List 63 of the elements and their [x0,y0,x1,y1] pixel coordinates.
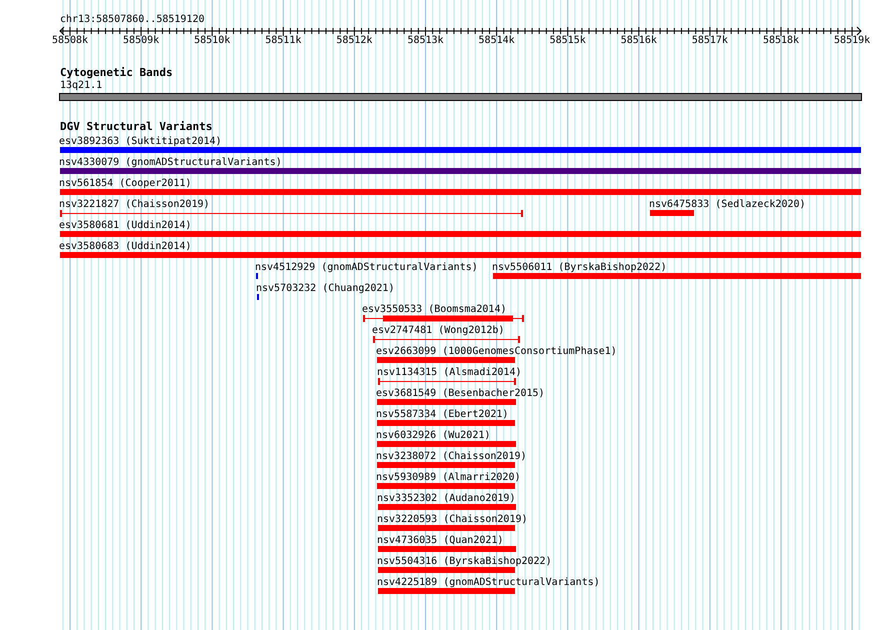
variant-label: nsv6032926 (Wu2021) [376,430,490,441]
chromosome-band[interactable] [59,93,862,101]
variant-bar[interactable] [60,252,861,258]
variant-label: nsv3352302 (Audano2019) [377,493,516,504]
variant-bar[interactable] [60,147,861,153]
variant-bar[interactable] [60,168,861,174]
ruler-label: 58515k [548,35,587,46]
variant-label: nsv561854 (Cooper2011) [59,178,192,189]
variant-bar[interactable] [650,210,694,216]
variant-line[interactable] [363,315,524,322]
variant-bar[interactable] [377,462,515,468]
variant-label: nsv4512929 (gnomADStructuralVariants) [255,262,478,273]
variant-bar[interactable] [377,399,516,405]
variant-label: nsv5504316 (ByrskaBishop2022) [377,556,552,567]
variant-bar[interactable] [493,273,861,279]
variant-label: nsv1134315 (Alsmadi2014) [377,367,522,378]
ruler-label: 58508k [50,35,90,46]
variant-label: nsv3221827 (Chaisson2019) [59,199,210,210]
variant-label: nsv3220593 (Chaisson2019) [377,514,528,525]
variant-label: esv3580683 (Uddin2014) [59,241,192,252]
variant-label: nsv3238072 (Chaisson2019) [376,451,527,462]
variant-label: nsv6475833 (Sedlazeck2020) [649,199,806,210]
variant-bar[interactable] [60,189,861,195]
band-label: 13q21.1 [60,80,102,91]
variant-bar[interactable] [377,483,515,489]
variant-label: esv3580681 (Uddin2014) [59,220,192,231]
variant-label: nsv5506011 (ByrskaBishop2022) [492,262,667,273]
variant-label: nsv5703232 (Chuang2021) [256,283,394,294]
variant-label: esv3550533 (Boomsma2014) [362,304,506,315]
location-label: chr13:58507860..58519120 [60,14,204,25]
variant-bar[interactable] [378,525,515,531]
ruler-label: 58510k [193,35,232,46]
variant-label: nsv4736035 (Quan2021) [377,535,504,546]
variant-label: nsv5587334 (Ebert2021) [376,409,508,420]
ruler-label: 58512k [335,35,374,46]
ruler-label: 58509k [122,35,160,46]
variant-label: esv2747481 (Wong2012b) [372,325,504,336]
variant-bar[interactable] [60,231,861,237]
variant-label: nsv4330079 (gnomADStructuralVariants) [59,157,282,168]
variant-bar[interactable] [377,357,515,363]
variant-label: esv2663099 (1000GenomesConsortiumPhase1) [376,346,617,357]
ruler-label: 58511k [264,35,302,46]
ruler-label: 58514k [478,35,516,46]
track-title: Cytogenetic Bands [60,67,173,79]
variant-bar[interactable] [378,546,516,552]
variant-bar[interactable] [377,441,516,447]
ruler-label: 58517k [690,35,729,46]
track-title: DGV Structural Variants [60,121,212,133]
variant-line[interactable] [378,378,516,385]
variant-label: nsv4225189 (gnomADStructuralVariants) [377,577,600,588]
variant-label: esv3681549 (Besenbacher2015) [376,388,545,399]
variant-label: esv3892363 (Suktitipat2014) [59,136,222,147]
variant-bar[interactable] [378,504,516,510]
variant-line[interactable] [373,336,520,343]
variant-bar[interactable] [378,588,515,594]
variant-bar[interactable] [378,567,515,573]
ruler-label: 58513k [406,35,445,46]
ruler-label: 58516k [620,35,658,46]
ruler-label: 58518k [762,35,800,46]
ruler-label: 58519k [833,35,872,46]
variant-bar[interactable] [377,420,515,426]
variant-label: nsv5930989 (Almarri2020) [376,472,520,483]
variant-line[interactable] [60,210,523,217]
